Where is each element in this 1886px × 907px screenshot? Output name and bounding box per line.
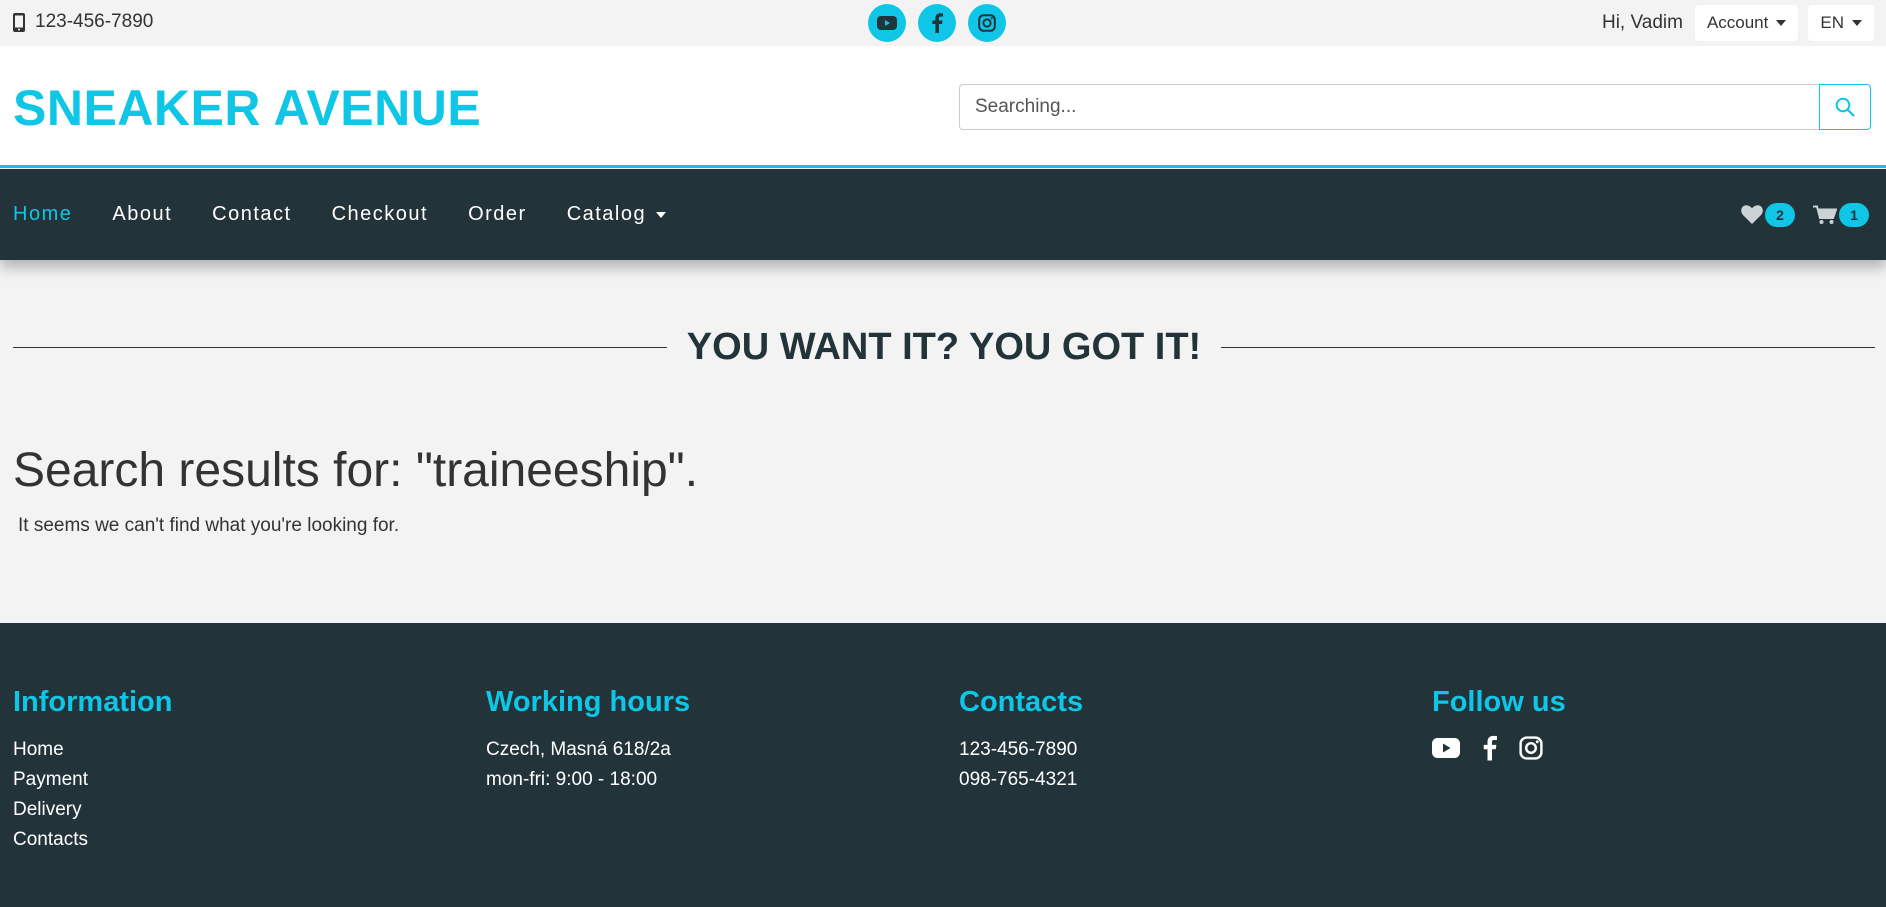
footer-link-contacts[interactable]: Contacts [13,825,173,855]
chevron-down-icon [656,211,667,218]
account-dropdown[interactable]: Account [1694,5,1799,41]
top-right-controls: Hi, Vadim Account EN [1602,4,1874,42]
nav-item-catalog-label: Catalog [566,203,647,225]
footer-facebook-link[interactable] [1482,735,1497,761]
footer-link-home[interactable]: Home [13,735,173,765]
slogan-heading: YOU WANT IT? YOU GOT IT! [686,325,1202,368]
search-form [959,84,1886,130]
chevron-down-icon [1852,20,1862,26]
youtube-link[interactable] [868,4,906,42]
cart-button[interactable]: 1 [1813,202,1869,227]
nav-item-checkout[interactable]: Checkout [332,203,429,226]
site-logo[interactable]: SNEAKER AVENUE [13,79,481,137]
footer-address: Czech, Masná 618/2a [486,739,671,760]
account-label: Account [1706,13,1769,32]
slogan-banner: YOU WANT IT? YOU GOT IT! [13,322,1875,372]
search-icon [1835,97,1855,117]
footer-hours: mon-fri: 9:00 - 18:00 [486,769,658,790]
phone-icon [13,12,25,32]
search-results-title: Search results for: "traineeship". [13,444,699,497]
wishlist-button[interactable]: 2 [1741,202,1795,227]
nav-item-contact[interactable]: Contact [212,203,291,226]
slogan-divider-left [13,346,667,348]
cart-icon [1813,205,1837,224]
site-footer: Information Home Payment Delivery Contac… [0,623,1886,907]
footer-information: Information Home Payment Delivery Contac… [13,686,173,855]
footer-instagram-link[interactable] [1519,736,1543,760]
user-greeting: Hi, Vadim [1601,12,1683,33]
nav-item-about[interactable]: About [112,203,172,226]
footer-working-hours: Working hours Czech, Masná 618/2a mon-fr… [486,686,690,795]
language-label: EN [1820,13,1844,32]
nav-icons: 2 1 [1741,169,1869,260]
instagram-link[interactable] [968,4,1006,42]
footer-link-payment[interactable]: Payment [13,765,173,795]
cart-count-badge: 1 [1839,202,1869,227]
footer-link-delivery[interactable]: Delivery [13,795,173,825]
footer-information-title: Information [13,686,173,718]
facebook-icon [932,13,943,33]
search-button[interactable] [1819,84,1871,130]
site-header: SNEAKER AVENUE [0,46,1886,168]
search-results-message: It seems we can't find what you're looki… [18,515,400,536]
footer-youtube-link[interactable] [1432,738,1460,758]
footer-contacts-title: Contacts [959,686,1084,718]
chevron-down-icon [1776,20,1787,26]
language-dropdown[interactable]: EN [1808,5,1874,41]
nav-links: Home About Contact Checkout Order Catalo… [13,169,706,260]
instagram-icon [1519,736,1543,760]
footer-social-links [1432,735,1566,761]
footer-contacts: Contacts 123-456-7890 098-765-4321 [959,686,1083,795]
main-navbar: Home About Contact Checkout Order Catalo… [0,169,1886,260]
top-phone-number: 123-456-7890 [35,11,154,32]
nav-item-home[interactable]: Home [13,203,72,226]
footer-follow-title: Follow us [1432,686,1566,718]
instagram-icon [978,14,996,32]
nav-item-catalog[interactable]: Catalog [566,203,667,226]
footer-follow-us: Follow us [1432,686,1566,761]
youtube-icon [877,16,897,30]
youtube-icon [1432,738,1460,758]
wishlist-count-badge: 2 [1765,202,1795,227]
slogan-divider-right [1221,346,1875,348]
facebook-icon [1483,735,1497,761]
nav-item-order[interactable]: Order [468,203,527,226]
top-social-links [868,4,1006,42]
top-phone: 123-456-7890 [13,11,153,33]
footer-working-hours-title: Working hours [486,686,691,718]
top-bar: 123-456-7890 Hi, Vadim Account EN [0,0,1886,46]
search-input[interactable] [959,84,1819,130]
facebook-link[interactable] [918,4,956,42]
footer-phone-2: 098-765-4321 [959,769,1078,790]
footer-phone-1: 123-456-7890 [959,739,1078,760]
heart-icon [1741,205,1763,224]
